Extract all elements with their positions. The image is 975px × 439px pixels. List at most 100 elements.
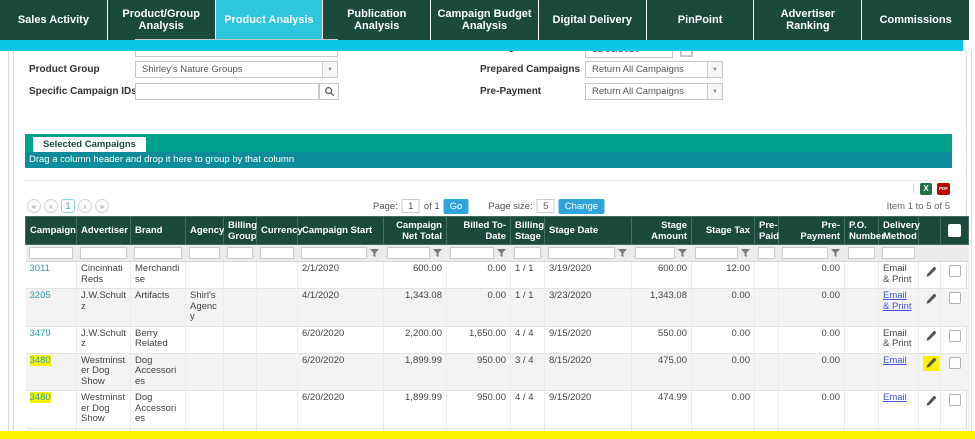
specific-campaign-ids-input[interactable] [135,83,319,100]
edit-row-button[interactable] [923,264,939,279]
go-button[interactable]: Go [444,199,469,214]
filter-input-currency[interactable] [260,247,294,259]
filter-input-po-number[interactable] [848,247,875,259]
filter-input-pre-payment[interactable] [782,247,828,259]
filter-input-advertiser[interactable] [80,247,127,259]
column-header-po-number[interactable]: P.O. Number [845,217,879,245]
cell-edit [919,262,941,289]
filter-cell-campaign [26,245,77,262]
delivery-method-link[interactable]: Email & Print [883,290,912,312]
filter-funnel-button[interactable] [617,247,628,259]
cell-check [941,289,969,327]
chevron-down-icon[interactable]: ▼ [707,62,722,77]
campaign-id-search-button[interactable] [319,83,339,100]
cell-edit [919,353,941,391]
filter-funnel-icon [741,249,750,258]
pager-prev-button[interactable]: ‹ [44,199,58,213]
pager-first-button[interactable]: « [27,199,41,213]
delivery-method-link[interactable]: Email [883,355,907,366]
column-header-net-total[interactable]: Campaign Net Total [384,217,447,245]
filter-input-pre-paid[interactable] [758,247,775,259]
column-header-advertiser[interactable]: Advertiser [77,217,131,245]
filter-funnel-button[interactable] [677,247,688,259]
cell-agency [186,353,224,391]
column-header-stage-tax[interactable]: Stage Tax [692,217,755,245]
column-header-pre-payment[interactable]: Pre-Payment [779,217,845,245]
cell-delivery-method: Email & Print [879,326,919,353]
product-group-dropdown[interactable]: Shirley's Nature Groups ▼ [135,61,338,78]
column-header-stage-date[interactable]: Stage Date [545,217,632,245]
column-header-billed-to-date[interactable]: Billed To-Date [447,217,511,245]
row-checkbox[interactable] [949,357,961,369]
column-header-campaign[interactable]: Campaign [26,217,77,245]
change-button[interactable]: Change [559,199,604,214]
campaign-id-link[interactable]: 3011 [30,263,50,274]
column-header-billing-stage[interactable]: Billing Stage [511,217,545,245]
delivery-method-link[interactable]: Email [883,392,907,403]
cell-agency [186,391,224,429]
filter-input-agency[interactable] [189,247,220,259]
cell-currency [257,289,298,327]
filter-input-delivery-method[interactable] [882,247,915,259]
row-checkbox[interactable] [949,394,961,406]
campaign-id-link[interactable]: 3205 [30,290,51,301]
campaign-id-link[interactable]: 3479 [30,328,51,339]
column-header-delivery-method[interactable]: Delivery Method [879,217,919,245]
item-count: Item 1 to 5 of 5 [887,201,952,212]
column-header-agency[interactable]: Agency [186,217,224,245]
pre-payment-dropdown[interactable]: Return All Campaigns ▼ [585,83,723,100]
campaign-id-link[interactable]: 3480 [30,392,51,403]
cell-campaign: 3011 [26,262,77,289]
pager-current-page[interactable]: 1 [61,199,75,213]
filter-input-stage-tax[interactable] [695,247,738,259]
filter-funnel-button[interactable] [830,247,841,259]
column-header-billing-group[interactable]: Billing Group [224,217,257,245]
filter-input-net-total[interactable] [387,247,430,259]
cell-billed-to-date: 1,650.00 [447,326,511,353]
column-header-stage-amount[interactable]: Stage Amount [632,217,692,245]
edit-row-button[interactable] [923,329,939,344]
row-checkbox[interactable] [949,330,961,342]
filter-funnel-button[interactable] [496,247,507,259]
filter-funnel-button[interactable] [740,247,751,259]
edit-row-button[interactable] [923,291,939,306]
campaign-id-link[interactable]: 3480 [30,355,51,366]
product-group-value: Shirley's Nature Groups [136,62,337,78]
row-checkbox[interactable] [949,292,961,304]
filter-input-stage-amount[interactable] [635,247,675,259]
page-size-input[interactable] [537,199,555,213]
filter-funnel-button[interactable] [432,247,443,259]
edit-row-button[interactable] [923,393,939,408]
column-header-currency[interactable]: Currency [257,217,298,245]
page-number-input[interactable] [402,199,420,213]
pager-last-button[interactable]: » [95,199,109,213]
cell-currency [257,262,298,289]
prepared-campaigns-dropdown[interactable]: Return All Campaigns ▼ [585,61,723,78]
column-header-campaign-start[interactable]: Campaign Start [298,217,384,245]
group-by-drop-zone[interactable]: Drag a column header and drop it here to… [25,152,952,168]
filter-input-billing-group[interactable] [227,247,253,259]
column-header-pre-paid[interactable]: Pre-Paid [755,217,779,245]
filter-input-billing-stage[interactable] [514,247,541,259]
select-all-checkbox[interactable] [948,224,961,237]
row-checkbox[interactable] [949,265,961,277]
filter-input-brand[interactable] [134,247,182,259]
pager-next-button[interactable]: › [78,199,92,213]
edit-row-button[interactable] [923,356,939,371]
filter-input-stage-date[interactable] [548,247,615,259]
excel-export-icon[interactable]: X [920,183,932,195]
cell-edit [919,289,941,327]
filter-input-campaign-start[interactable] [301,247,367,259]
chevron-down-icon[interactable]: ▼ [707,84,722,99]
filter-input-campaign[interactable] [29,247,74,259]
filter-input-billed-to-date[interactable] [450,247,494,259]
column-header-brand[interactable]: Brand [131,217,186,245]
prepared-campaigns-label: Prepared Campaigns [480,64,580,75]
pdf-export-icon[interactable]: PDF [937,183,950,195]
cell-billed-to-date: 0.00 [447,262,511,289]
chevron-down-icon[interactable]: ▼ [322,62,337,77]
filter-cell-advertiser [77,245,131,262]
toolbar-separator: | [912,183,915,194]
filter-funnel-button[interactable] [369,247,380,259]
tab-selected-campaigns[interactable]: Selected Campaigns [33,137,146,152]
